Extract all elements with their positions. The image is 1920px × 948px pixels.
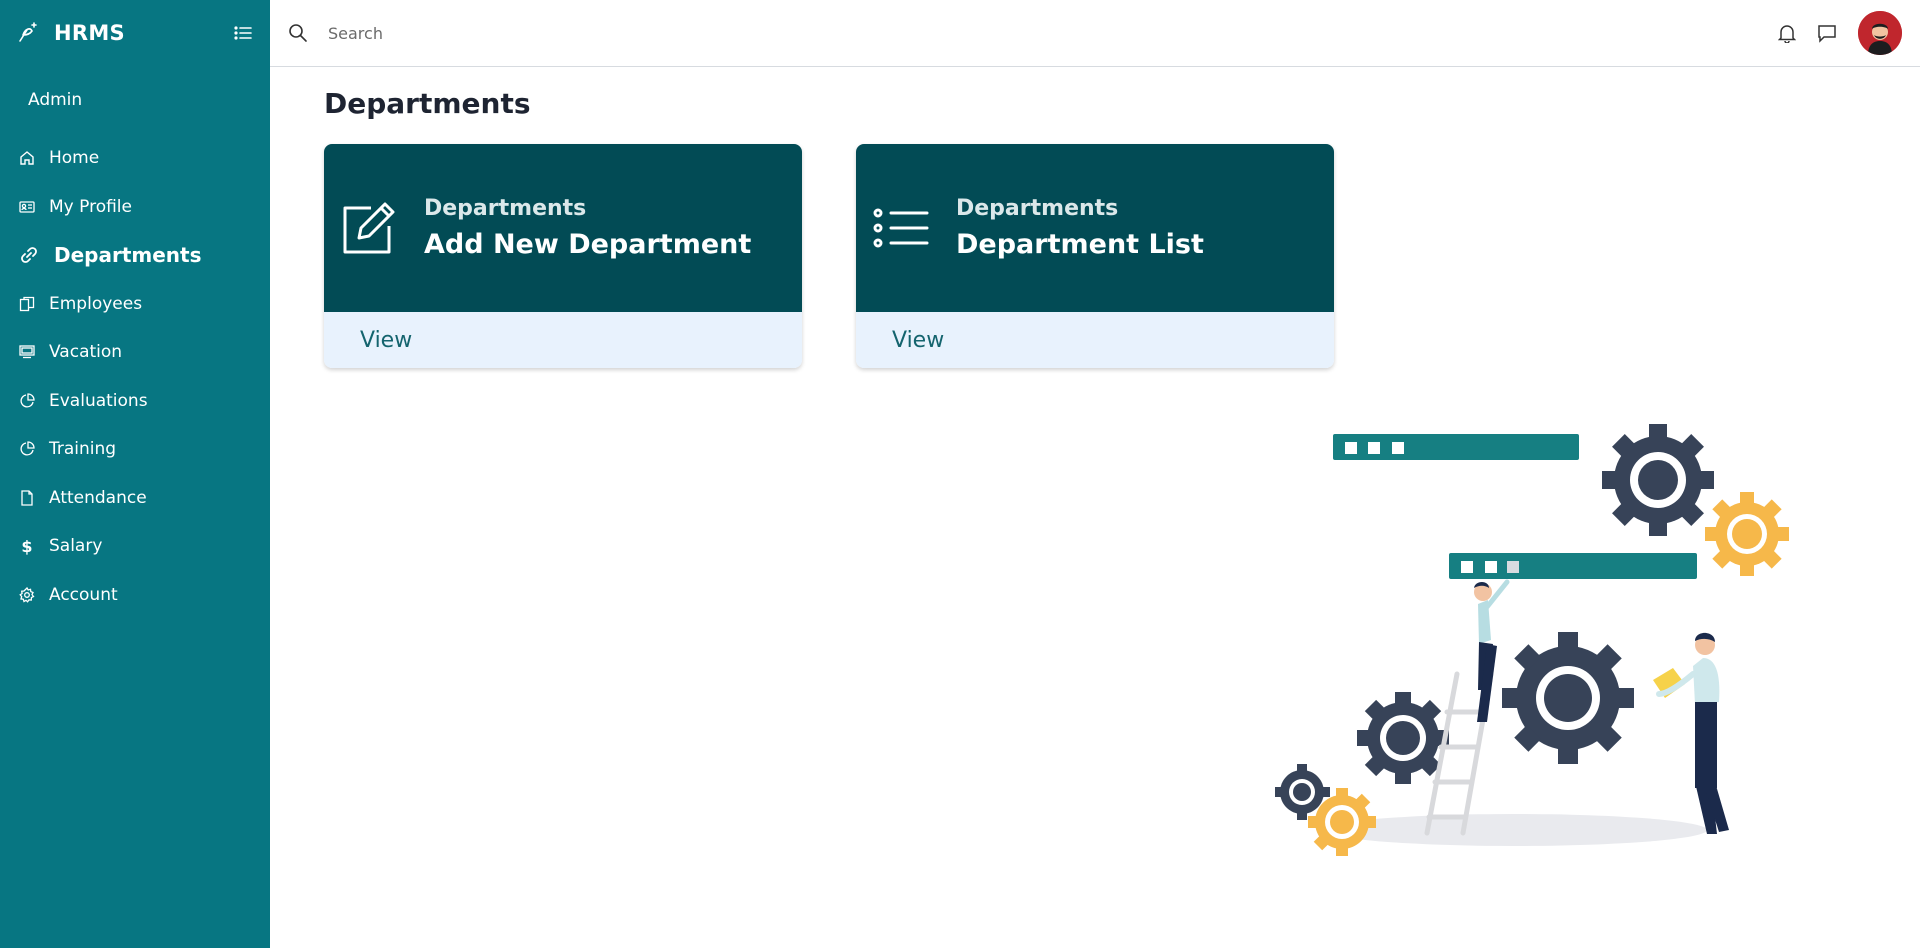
topbar [270,0,1920,67]
id-card-icon [18,198,36,216]
settings-illustration [1275,424,1789,856]
sidebar-item-my-profile[interactable]: My Profile [0,183,270,232]
sidebar-item-salary[interactable]: $ Salary [0,522,270,571]
add-department-card: Departments Add New Department View [324,144,802,368]
view-link[interactable]: View [324,312,802,368]
card-header: Departments Department List [856,144,1334,312]
message-icon[interactable] [1816,22,1838,44]
search-input[interactable] [328,15,928,51]
sidebar-user-name: Admin [28,90,83,110]
pie-chart-icon [18,392,36,410]
avatar[interactable] [1858,11,1902,55]
card-header: Departments Add New Department [324,144,802,312]
card-heading: Department List [956,229,1204,260]
sidebar-item-account[interactable]: Account [0,571,270,620]
sidebar-item-employees[interactable]: Employees [0,280,270,329]
sidebar-item-label: Evaluations [49,390,148,411]
home-icon [18,149,36,167]
bell-icon[interactable] [1776,22,1798,44]
sidebar: HRMS Admin Home My Profile Departments E… [0,0,270,948]
sidebar-item-vacation[interactable]: Vacation [0,328,270,377]
card-kicker: Departments [424,196,587,221]
sidebar-item-label: Account [49,584,118,605]
logo-icon [16,21,40,45]
link-icon [18,244,40,266]
brand: HRMS [0,0,270,66]
card-text: Departments Department List [956,196,1204,260]
main-content: Departments Departments Add New Departme… [270,67,1920,948]
sidebar-item-home[interactable]: Home [0,134,270,183]
edit-icon [340,199,398,257]
topbar-actions [1758,11,1920,55]
sidebar-item-attendance[interactable]: Attendance [0,474,270,523]
sidebar-item-label: Departments [54,243,202,268]
pie-chart-icon [18,440,36,458]
sidebar-nav: Home My Profile Departments Employees Va… [0,134,270,619]
sidebar-item-label: Employees [49,293,143,314]
card-kicker: Departments [956,196,1119,221]
sidebar-item-label: My Profile [49,196,132,217]
department-list-card: Departments Department List View [856,144,1334,368]
monitor-icon [18,343,36,361]
gear-icon [18,586,36,604]
search-icon[interactable] [286,21,310,45]
sidebar-item-label: Home [49,148,100,169]
card-heading: Add New Department [424,229,752,260]
sidebar-item-label: Attendance [49,487,147,508]
dollar-icon: $ [21,536,33,556]
sidebar-item-evaluations[interactable]: Evaluations [0,377,270,426]
view-link[interactable]: View [856,312,1334,368]
sidebar-item-label: Salary [49,536,103,557]
list-icon [872,199,930,257]
sidebar-item-training[interactable]: Training [0,425,270,474]
sidebar-item-departments[interactable]: Departments [0,231,270,280]
card-text: Departments Add New Department [424,196,751,260]
sidebar-item-label: Vacation [49,342,123,363]
sidebar-item-label: Training [49,439,117,460]
copy-icon [18,295,36,313]
menu-list-icon[interactable] [232,22,254,44]
page-title: Departments [324,87,531,120]
file-icon [18,489,36,507]
app-title: HRMS [54,21,125,45]
